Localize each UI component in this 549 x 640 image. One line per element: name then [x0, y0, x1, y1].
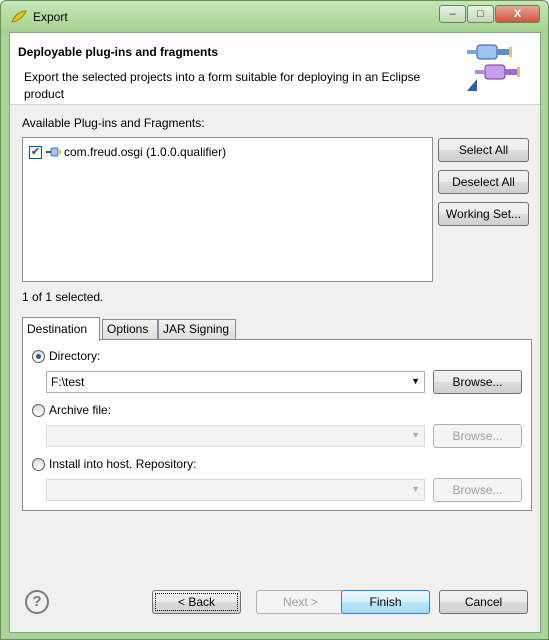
- back-button[interactable]: < Back: [152, 590, 241, 614]
- tab-destination[interactable]: Destination: [22, 317, 100, 341]
- browse-archive-button: Browse...: [433, 424, 522, 448]
- plugins-list[interactable]: ✔ com.freud.osgi (1.0.0.qualifier): [22, 137, 433, 282]
- archive-label: Archive file:: [49, 403, 112, 417]
- select-all-button[interactable]: Select All: [438, 138, 529, 162]
- title-bar[interactable]: Export – □ X: [1, 1, 548, 33]
- archive-combo: ▼: [46, 425, 425, 447]
- destination-panel: Directory: F:\test ▼ Browse... Archive f…: [22, 339, 532, 511]
- tab-options[interactable]: Options: [102, 319, 158, 340]
- maximize-button[interactable]: □: [467, 5, 494, 23]
- tab-jar-signing[interactable]: JAR Signing: [158, 319, 236, 340]
- chevron-down-icon: ▼: [411, 484, 420, 494]
- directory-combo[interactable]: F:\test ▼: [46, 371, 425, 393]
- finish-button[interactable]: Finish: [341, 590, 430, 614]
- chevron-down-icon[interactable]: ▼: [411, 376, 420, 386]
- close-button[interactable]: X: [495, 5, 540, 23]
- next-button: Next >: [256, 590, 345, 614]
- directory-value: F:\test: [51, 375, 85, 389]
- selection-status: 1 of 1 selected.: [22, 290, 104, 304]
- wizard-page-description: Export the selected projects into a form…: [24, 70, 421, 101]
- cancel-button[interactable]: Cancel: [439, 590, 528, 614]
- deselect-all-button[interactable]: Deselect All: [438, 170, 529, 194]
- directory-option[interactable]: Directory:: [32, 349, 100, 363]
- archive-radio[interactable]: [32, 403, 45, 417]
- install-radio[interactable]: [32, 457, 45, 471]
- browse-directory-button[interactable]: Browse...: [433, 370, 522, 394]
- help-icon[interactable]: ?: [25, 590, 49, 614]
- directory-label: Directory:: [49, 349, 101, 363]
- archive-option[interactable]: Archive file:: [32, 403, 111, 417]
- eclipse-leaf-icon: [11, 10, 27, 23]
- plugin-export-icon: [467, 44, 520, 91]
- chevron-down-icon: ▼: [411, 430, 420, 440]
- repository-combo: ▼: [46, 479, 425, 501]
- working-set-button[interactable]: Working Set...: [438, 202, 529, 226]
- install-option[interactable]: Install into host. Repository:: [32, 457, 196, 471]
- browse-repository-button: Browse...: [433, 478, 522, 502]
- install-label: Install into host. Repository:: [49, 457, 197, 471]
- wizard-banner: Deployable plug-ins and fragments Export…: [10, 33, 540, 105]
- list-item[interactable]: ✔ com.freud.osgi (1.0.0.qualifier): [29, 144, 226, 160]
- plugin-icon: [46, 147, 61, 157]
- minimize-button[interactable]: –: [439, 5, 466, 23]
- plugin-checkbox[interactable]: ✔: [29, 145, 42, 159]
- dialog-client-area: Deployable plug-ins and fragments Export…: [9, 32, 541, 633]
- wizard-page-title: Deployable plug-ins and fragments: [18, 45, 219, 59]
- directory-radio[interactable]: [32, 349, 45, 363]
- window-title: Export: [33, 10, 68, 24]
- plugin-label: com.freud.osgi (1.0.0.qualifier): [64, 145, 227, 159]
- export-dialog: Export – □ X Deployable plug-ins and fra…: [0, 0, 549, 640]
- plugins-list-label: Available Plug-ins and Fragments:: [22, 116, 205, 130]
